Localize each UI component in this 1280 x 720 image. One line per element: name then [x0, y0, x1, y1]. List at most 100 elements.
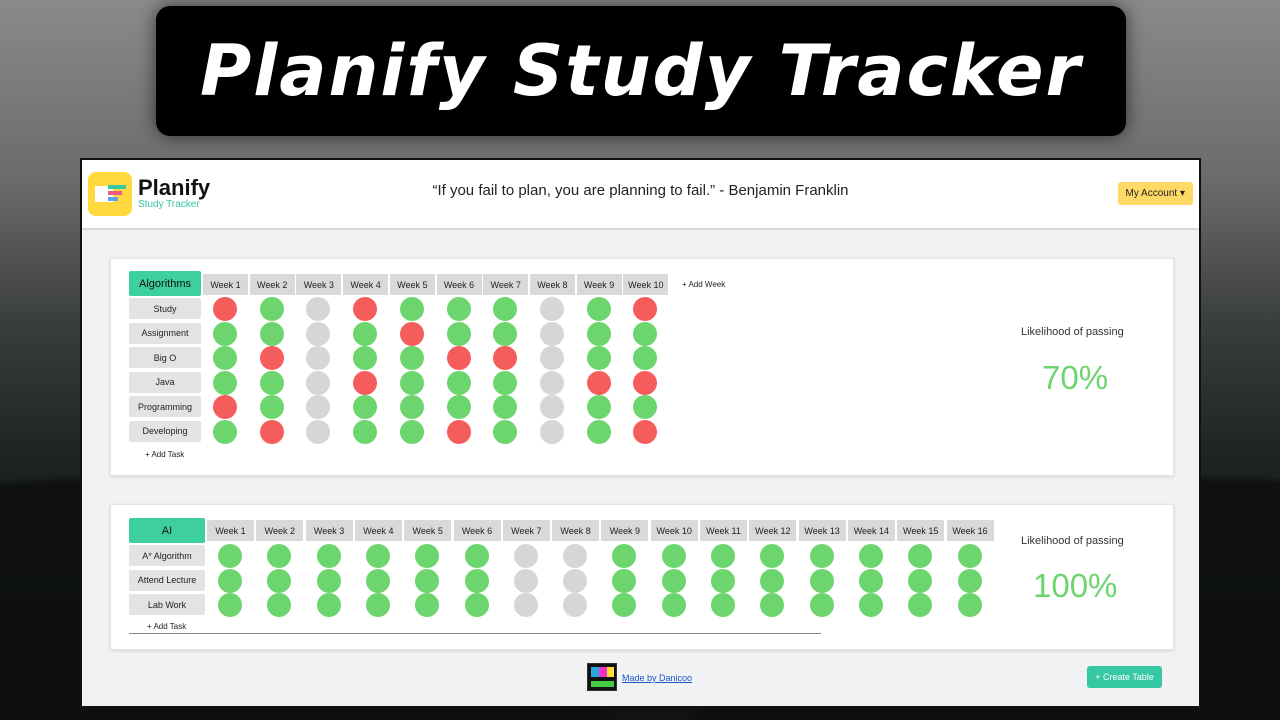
status-dot[interactable] — [586, 395, 611, 419]
status-dot[interactable] — [399, 370, 424, 395]
status-dot[interactable] — [586, 321, 611, 346]
status-dot[interactable] — [306, 370, 331, 395]
status-dot[interactable] — [446, 321, 471, 346]
status-dot[interactable] — [493, 419, 518, 444]
status-dot[interactable] — [464, 544, 489, 568]
week-header-3[interactable]: Week 3 — [305, 520, 353, 541]
status-dot[interactable] — [218, 593, 242, 617]
week-header-2[interactable]: Week 2 — [249, 274, 295, 295]
status-dot[interactable] — [563, 568, 588, 593]
status-dot[interactable] — [306, 395, 331, 419]
task-label[interactable]: Assignment — [129, 322, 201, 344]
subject-name-button[interactable]: Algorithms — [129, 271, 201, 296]
status-dot[interactable] — [586, 370, 611, 395]
status-dot[interactable] — [446, 395, 471, 419]
status-dot[interactable] — [213, 395, 237, 419]
status-dot[interactable] — [316, 544, 341, 568]
week-header-8[interactable]: Week 8 — [529, 274, 575, 295]
status-dot[interactable] — [586, 297, 611, 321]
create-table-button[interactable]: + Create Table — [1087, 666, 1162, 688]
task-label[interactable]: Java — [129, 371, 201, 393]
status-dot[interactable] — [633, 395, 658, 419]
status-dot[interactable] — [493, 297, 518, 321]
status-dot[interactable] — [464, 568, 489, 593]
status-dot[interactable] — [711, 544, 735, 568]
status-dot[interactable] — [908, 544, 933, 568]
status-dot[interactable] — [353, 370, 378, 395]
week-header-4[interactable]: Week 4 — [343, 274, 389, 295]
status-dot[interactable] — [267, 544, 292, 568]
status-dot[interactable] — [633, 419, 658, 444]
status-dot[interactable] — [957, 544, 982, 568]
status-dot[interactable] — [513, 544, 538, 568]
add-week-button[interactable]: + Add Week — [682, 280, 725, 289]
status-dot[interactable] — [446, 370, 471, 395]
status-dot[interactable] — [661, 593, 686, 617]
status-dot[interactable] — [612, 593, 637, 617]
task-label[interactable]: Programming — [129, 396, 201, 417]
status-dot[interactable] — [539, 395, 564, 419]
week-header-2[interactable]: Week 2 — [256, 520, 304, 541]
status-dot[interactable] — [464, 593, 489, 617]
status-dot[interactable] — [539, 321, 564, 346]
status-dot[interactable] — [353, 297, 378, 321]
task-label[interactable]: Study — [129, 298, 201, 319]
week-header-13[interactable]: Week 13 — [798, 520, 846, 541]
week-header-3[interactable]: Week 3 — [296, 274, 342, 295]
week-header-9[interactable]: Week 9 — [576, 274, 622, 295]
add-task-button[interactable]: + Add Task — [147, 622, 186, 631]
week-header-8[interactable]: Week 8 — [552, 520, 600, 541]
status-dot[interactable] — [760, 568, 785, 593]
status-dot[interactable] — [213, 419, 237, 444]
status-dot[interactable] — [316, 593, 341, 617]
status-dot[interactable] — [399, 346, 424, 370]
status-dot[interactable] — [306, 419, 331, 444]
status-dot[interactable] — [213, 297, 237, 321]
status-dot[interactable] — [908, 593, 933, 617]
status-dot[interactable] — [446, 297, 471, 321]
status-dot[interactable] — [633, 346, 658, 370]
week-header-1[interactable]: Week 1 — [203, 274, 248, 295]
status-dot[interactable] — [399, 321, 424, 346]
status-dot[interactable] — [493, 370, 518, 395]
week-header-1[interactable]: Week 1 — [207, 520, 254, 541]
week-header-5[interactable]: Week 5 — [389, 274, 435, 295]
task-label[interactable]: Developing — [129, 420, 201, 442]
status-dot[interactable] — [399, 395, 424, 419]
status-dot[interactable] — [306, 297, 331, 321]
status-dot[interactable] — [218, 568, 242, 593]
status-dot[interactable] — [316, 568, 341, 593]
status-dot[interactable] — [760, 593, 785, 617]
status-dot[interactable] — [539, 370, 564, 395]
week-header-7[interactable]: Week 7 — [502, 520, 550, 541]
status-dot[interactable] — [513, 568, 538, 593]
status-dot[interactable] — [633, 297, 658, 321]
status-dot[interactable] — [306, 346, 331, 370]
week-header-6[interactable]: Week 6 — [453, 520, 501, 541]
week-header-9[interactable]: Week 9 — [601, 520, 649, 541]
status-dot[interactable] — [213, 346, 237, 370]
status-dot[interactable] — [353, 419, 378, 444]
my-account-button[interactable]: My Account ▾ — [1117, 182, 1193, 205]
status-dot[interactable] — [539, 297, 564, 321]
status-dot[interactable] — [612, 544, 637, 568]
status-dot[interactable] — [809, 568, 834, 593]
status-dot[interactable] — [633, 321, 658, 346]
status-dot[interactable] — [539, 346, 564, 370]
status-dot[interactable] — [612, 568, 637, 593]
add-task-button[interactable]: + Add Task — [145, 450, 184, 459]
status-dot[interactable] — [267, 568, 292, 593]
status-dot[interactable] — [661, 568, 686, 593]
status-dot[interactable] — [858, 568, 883, 593]
task-label[interactable]: Attend Lecture — [129, 569, 205, 591]
status-dot[interactable] — [213, 321, 237, 346]
week-header-14[interactable]: Week 14 — [847, 520, 895, 541]
week-header-10[interactable]: Week 10 — [650, 520, 698, 541]
status-dot[interactable] — [586, 346, 611, 370]
status-dot[interactable] — [908, 568, 933, 593]
status-dot[interactable] — [259, 370, 284, 395]
status-dot[interactable] — [399, 297, 424, 321]
status-dot[interactable] — [809, 544, 834, 568]
status-dot[interactable] — [760, 544, 785, 568]
status-dot[interactable] — [259, 395, 284, 419]
